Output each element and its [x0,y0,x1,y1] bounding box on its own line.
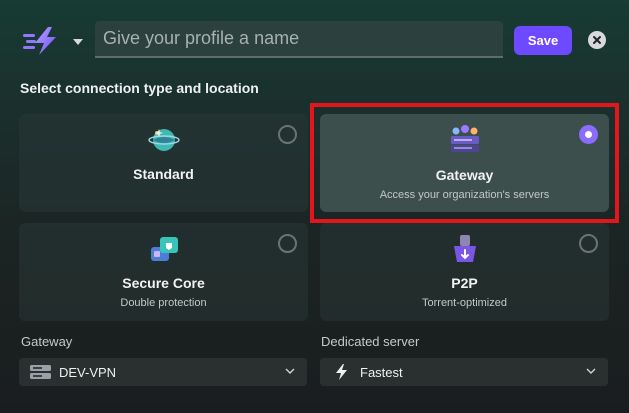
gateway-servers-icon [450,125,479,152]
radio-p2p[interactable] [579,234,598,253]
secure-core-icon [150,237,178,261]
dedicated-server-label: Dedicated server [321,334,420,349]
radio-standard[interactable] [278,125,297,144]
card-title: P2P [451,275,478,291]
profile-name-input[interactable] [95,21,503,58]
chevron-down-icon [285,368,295,374]
radio-gateway[interactable] [579,125,598,144]
bolt-icon [336,364,347,380]
dedicated-server-value: Fastest [360,365,403,380]
p2p-icon [453,235,476,262]
server-icon [30,365,51,379]
caret-down-icon[interactable] [71,37,85,47]
gateway-dropdown[interactable]: DEV-VPN [19,358,307,386]
connection-card-secure-core[interactable]: Secure Core Double protection [19,223,308,321]
connection-card-gateway[interactable]: Gateway Access your organization's serve… [320,114,609,212]
chevron-down-icon [586,368,596,374]
card-title: Secure Core [122,275,205,291]
connection-card-standard[interactable]: Standard [19,114,308,212]
connection-card-p2p[interactable]: P2P Torrent-optimized [320,223,609,321]
card-subtitle: Double protection [120,297,207,309]
gateway-value: DEV-VPN [59,365,117,380]
save-button[interactable]: Save [514,26,572,55]
gateway-label: Gateway [21,334,73,349]
radio-secure-core[interactable] [278,234,297,253]
lightning-bolt-icon[interactable] [22,26,62,56]
section-title: Select connection type and location [20,80,259,96]
profile-header: Save [0,0,629,80]
card-subtitle: Access your organization's servers [379,189,550,201]
card-title: Gateway [435,167,494,183]
close-button[interactable] [588,31,606,49]
dedicated-server-dropdown[interactable]: Fastest [320,358,608,386]
card-subtitle: Torrent-optimized [422,297,507,309]
close-icon [593,36,601,44]
card-title: Standard [133,166,194,182]
globe-icon [147,129,180,151]
